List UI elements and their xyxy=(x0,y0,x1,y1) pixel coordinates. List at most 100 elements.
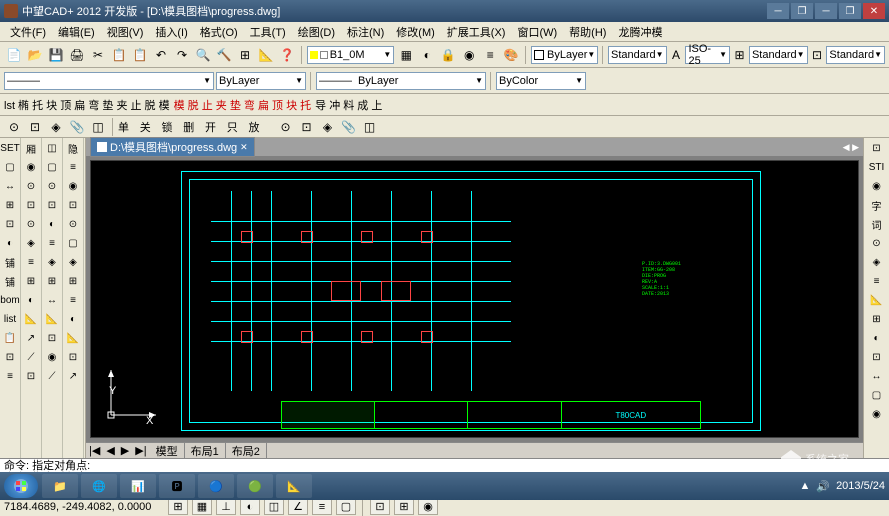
tool-button[interactable]: ⊡ xyxy=(43,330,61,346)
mode-button[interactable]: ⊡ xyxy=(297,117,317,137)
layer-combo[interactable]: B1_0M ▼ xyxy=(307,46,395,64)
style-combo-1[interactable]: Standard▼ xyxy=(608,46,667,64)
tool-button[interactable]: ◈ xyxy=(868,254,886,270)
tool-button[interactable]: 📐 xyxy=(64,330,82,346)
tool-button[interactable]: ↗ xyxy=(22,330,40,346)
menu-item[interactable]: 视图(V) xyxy=(101,22,150,42)
toolbar-button[interactable]: ⊞ xyxy=(235,45,255,65)
doc-minimize-button[interactable]: ─ xyxy=(815,3,837,19)
mode-button[interactable]: ◫ xyxy=(360,117,380,137)
minimize-button[interactable]: ─ xyxy=(767,3,789,19)
plotstyle-combo[interactable]: ByColor▼ xyxy=(496,72,586,90)
tool-button[interactable]: 📐 xyxy=(43,311,61,327)
toolbar-button[interactable]: 📄 xyxy=(4,45,24,65)
tool-button[interactable]: 词 xyxy=(868,216,886,232)
bylayer-combo-2[interactable]: ByLayer▼ xyxy=(216,72,306,90)
tool-button[interactable]: ⊡ xyxy=(22,368,40,384)
tool-button[interactable]: ≡ xyxy=(43,235,61,251)
tool-button[interactable]: ⟋ xyxy=(43,368,61,384)
taskbar-button[interactable]: 📊 xyxy=(120,474,156,498)
tool-button[interactable]: ▢ xyxy=(1,159,19,175)
tool-button[interactable]: ≡ xyxy=(64,159,82,175)
tool-button[interactable]: ⊡ xyxy=(43,197,61,213)
tool-button[interactable]: ≡ xyxy=(64,292,82,308)
tool-button[interactable]: ▢ xyxy=(43,159,61,175)
toolbar-button[interactable]: ▦ xyxy=(396,45,416,65)
table-button[interactable]: ⊡ xyxy=(810,45,825,65)
mode-button[interactable]: ◫ xyxy=(88,117,108,137)
tool-button[interactable]: ≡ xyxy=(868,273,886,289)
tool-button[interactable]: ⊞ xyxy=(43,273,61,289)
tool-button[interactable]: ≡ xyxy=(1,368,19,384)
tool-button[interactable]: ↔ xyxy=(868,368,886,384)
tool-button[interactable]: ◈ xyxy=(22,235,40,251)
tool-button[interactable]: ▢ xyxy=(64,235,82,251)
toolbar-button[interactable]: ↷ xyxy=(172,45,192,65)
toolbar-button[interactable]: 📂 xyxy=(25,45,45,65)
tool-button[interactable]: 📐 xyxy=(22,311,40,327)
tool-button[interactable]: 字 xyxy=(868,197,886,213)
menu-item[interactable]: 工具(T) xyxy=(244,22,292,42)
menu-item[interactable]: 标注(N) xyxy=(341,22,390,42)
tool-button[interactable]: ◐ xyxy=(868,330,886,346)
tool-button[interactable]: ◉ xyxy=(43,349,61,365)
toolbar-button[interactable]: 📋 xyxy=(130,45,150,65)
mode-button[interactable]: ⊙ xyxy=(4,117,24,137)
tab-nav-button[interactable]: |◀ xyxy=(86,444,103,457)
toolbar-button[interactable]: 📋 xyxy=(109,45,129,65)
menu-item[interactable]: 扩展工具(X) xyxy=(441,22,512,42)
menu-item[interactable]: 插入(I) xyxy=(149,22,193,42)
tool-button[interactable]: SET xyxy=(1,140,19,156)
menu-item[interactable]: 绘图(D) xyxy=(292,22,341,42)
tool-button[interactable]: STI xyxy=(868,159,886,175)
style-combo-2[interactable]: ISO-25▼ xyxy=(685,46,730,64)
mode-button[interactable]: ⊙ xyxy=(276,117,296,137)
tool-button[interactable]: ▢ xyxy=(868,387,886,403)
mode-text-buttons[interactable]: 单 关 锁 删 开 只 放 xyxy=(118,119,264,135)
tool-button[interactable]: 隐 xyxy=(64,140,82,156)
tool-button[interactable]: ◈ xyxy=(64,254,82,270)
lwt-button[interactable]: ≡ xyxy=(312,499,332,515)
layout-tab[interactable]: 模型 xyxy=(150,443,185,459)
tool-button[interactable]: ⊡ xyxy=(22,197,40,213)
grid-button[interactable]: ▦ xyxy=(192,499,212,515)
close-tab-icon[interactable]: ✕ xyxy=(240,142,248,153)
color-combo[interactable]: ByLayer▼ xyxy=(531,46,598,64)
close-button[interactable]: ✕ xyxy=(863,3,885,19)
tool-button[interactable]: ↔ xyxy=(43,292,61,308)
extra-button-2[interactable]: ⊞ xyxy=(394,499,414,515)
tool-button[interactable]: ⊡ xyxy=(64,349,82,365)
tool-button[interactable]: ⊙ xyxy=(64,216,82,232)
mode-button[interactable]: ⊡ xyxy=(25,117,45,137)
toolbar-button[interactable]: 🎨 xyxy=(501,45,521,65)
tool-button[interactable]: list xyxy=(1,311,19,327)
toolbar-button[interactable]: 🔨 xyxy=(214,45,234,65)
restore-button[interactable]: ❐ xyxy=(791,3,813,19)
menu-item[interactable]: 格式(O) xyxy=(194,22,244,42)
tool-button[interactable]: ↔ xyxy=(1,178,19,194)
drawing-canvas[interactable]: P.ID:3.DWG001ITEM:GG-208DIE:PROGREV:ASCA… xyxy=(90,160,859,438)
tool-button[interactable]: 📋 xyxy=(1,330,19,346)
tool-button[interactable]: ◐ xyxy=(1,235,19,251)
system-tray[interactable]: ▲🔊 2013/5/24 xyxy=(799,480,885,493)
taskbar-button[interactable]: 🟢 xyxy=(237,474,273,498)
layout-tab[interactable]: 布局1 xyxy=(185,443,226,459)
menu-item[interactable]: 帮助(H) xyxy=(563,22,612,42)
toolbar-button[interactable]: 📐 xyxy=(256,45,276,65)
toolbar-button[interactable]: ↶ xyxy=(151,45,171,65)
start-button[interactable] xyxy=(4,474,38,498)
tab-nav-button[interactable]: ◀ xyxy=(103,444,117,457)
toolbar-button[interactable]: 🔍 xyxy=(193,45,213,65)
linetype-combo[interactable]: ———▼ xyxy=(4,72,214,90)
tool-button[interactable]: ◫ xyxy=(43,140,61,156)
tool-button[interactable]: ⊞ xyxy=(22,273,40,289)
tool-button[interactable]: ◉ xyxy=(868,406,886,422)
tool-button[interactable]: ≡ xyxy=(22,254,40,270)
tool-button[interactable]: ◐ xyxy=(22,292,40,308)
tool-button[interactable]: ◐ xyxy=(64,311,82,327)
tool-button[interactable]: 📐 xyxy=(868,292,886,308)
tool-button[interactable]: ⊡ xyxy=(1,349,19,365)
style-combo-4[interactable]: Standard▼ xyxy=(826,46,885,64)
snap-button[interactable]: ⊞ xyxy=(168,499,188,515)
toolbar-button[interactable]: ❓ xyxy=(277,45,297,65)
